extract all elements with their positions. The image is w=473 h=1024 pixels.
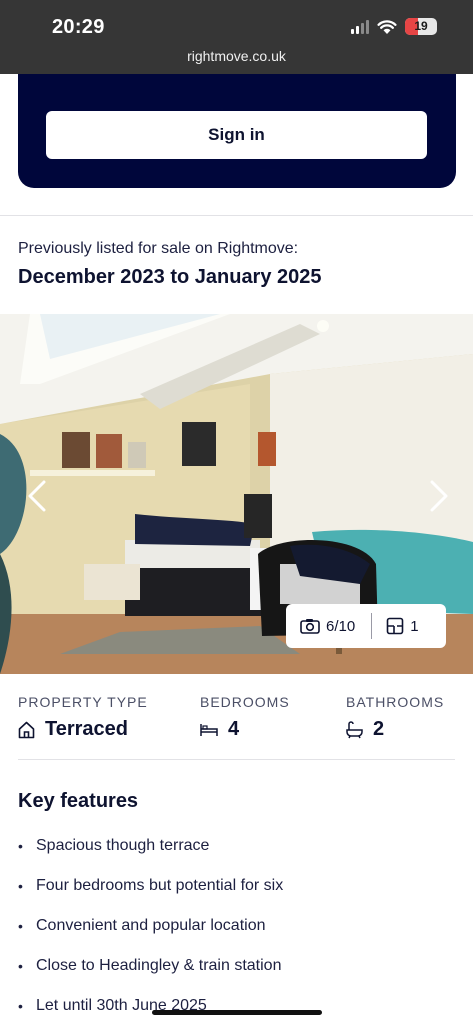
- bathrooms: BATHROOMS 2: [346, 694, 444, 741]
- bedrooms-value: 4: [228, 718, 240, 740]
- property-type-value: Terraced: [45, 718, 129, 740]
- bath-icon: [346, 720, 363, 738]
- signin-card: Sign in: [18, 74, 456, 188]
- key-features-list: • Spacious though terrace • Four bedrooms …: [18, 836, 283, 1024]
- status-icons: 19: [351, 18, 437, 35]
- status-time: 20:29: [52, 16, 105, 38]
- photo-counter-pill[interactable]: 6/10 1: [286, 604, 446, 648]
- wifi-icon: [377, 19, 397, 34]
- photo-counter-text: 6/10: [326, 617, 356, 635]
- floorplan-counter[interactable]: 1: [386, 617, 419, 635]
- property-type: PROPERTY TYPE Terraced: [18, 694, 148, 741]
- camera-icon: [300, 619, 320, 634]
- bedrooms-label: BEDROOMS: [200, 694, 290, 710]
- url-bar[interactable]: rightmove.co.uk: [0, 48, 473, 64]
- signal-icon: [351, 19, 369, 34]
- house-icon: [18, 721, 35, 738]
- sign-in-button[interactable]: Sign in: [46, 111, 427, 159]
- next-photo-button[interactable]: [424, 476, 454, 516]
- listing-history-dates: December 2023 to January 2025: [18, 266, 322, 288]
- battery-icon: 19: [405, 18, 437, 35]
- bathrooms-value: 2: [373, 718, 385, 740]
- listing-history-label: Previously listed for sale on Rightmove:: [18, 240, 299, 257]
- photo-counter[interactable]: 6/10: [300, 618, 355, 635]
- status-bar: 20:29 19 rightmove.co.uk: [0, 0, 473, 74]
- list-item: • Convenient and popular location: [18, 917, 266, 934]
- bed-icon: [200, 723, 218, 736]
- counter-separator: [371, 613, 373, 639]
- previous-photo-button[interactable]: [22, 476, 52, 516]
- bedrooms: BEDROOMS 4: [200, 694, 290, 741]
- home-indicator[interactable]: [152, 1010, 322, 1015]
- floorplan-count: 1: [410, 617, 419, 635]
- floorplan-icon: [386, 617, 404, 635]
- photo-gallery[interactable]: 6/10 1: [0, 314, 473, 674]
- key-features-title: Key features: [18, 790, 139, 812]
- list-item: • Close to Headingley & train station: [18, 957, 282, 974]
- battery-level: 19: [414, 19, 428, 33]
- list-item: • Spacious though terrace: [18, 837, 210, 854]
- divider: [18, 759, 455, 760]
- list-item: • Four bedrooms but potential for six: [18, 877, 284, 894]
- property-type-label: PROPERTY TYPE: [18, 694, 148, 710]
- bathrooms-label: BATHROOMS: [346, 694, 445, 710]
- divider: [0, 215, 473, 216]
